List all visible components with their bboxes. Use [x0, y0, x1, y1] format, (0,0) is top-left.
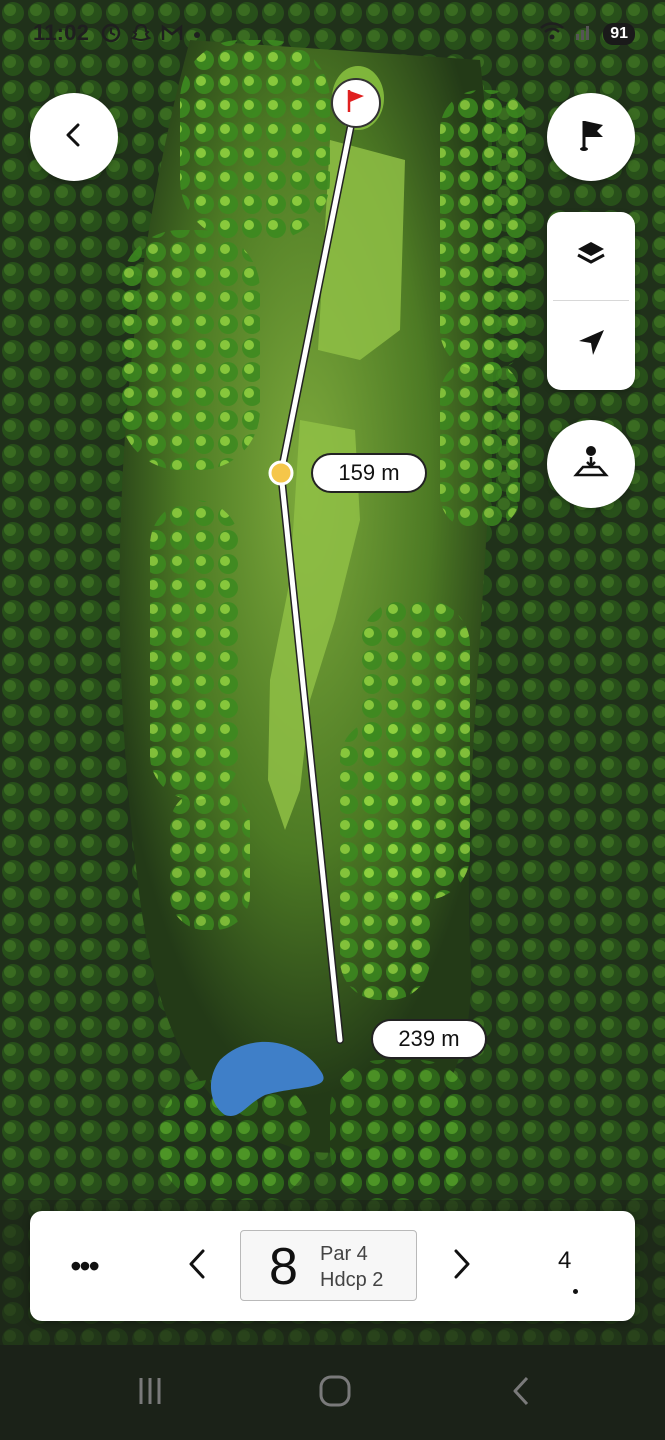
chevron-right-icon — [448, 1247, 474, 1286]
status-time: 11:02 — [33, 20, 90, 45]
pin-position-button[interactable] — [547, 93, 635, 181]
distance-label-mid: 159 m — [311, 453, 427, 493]
status-notification-icons — [100, 22, 202, 49]
hole-info[interactable]: 8 Par 4 Hdcp 2 — [240, 1230, 417, 1301]
recent-apps-icon — [133, 1374, 167, 1413]
back-button[interactable] — [30, 93, 118, 181]
stroke-indicator-dot — [573, 1289, 578, 1294]
hole-par: Par 4 — [320, 1243, 368, 1265]
home-button[interactable] — [315, 1373, 355, 1413]
wifi-icon — [539, 20, 565, 47]
dot-icon — [192, 27, 202, 45]
hole-number: 8 — [269, 1238, 298, 1296]
clock-icon — [100, 22, 122, 49]
status-bar: 11:02 91 — [0, 0, 665, 68]
chevron-left-icon — [59, 120, 89, 155]
hole-handicap: Hdcp 2 — [320, 1269, 384, 1291]
layers-button[interactable] — [547, 212, 635, 300]
home-icon — [317, 1373, 353, 1414]
more-options-button[interactable]: ••• — [58, 1247, 110, 1285]
layers-icon — [574, 237, 608, 276]
previous-hole-button[interactable] — [173, 1241, 223, 1291]
distance-label-tee: 239 m — [371, 1019, 487, 1059]
recent-apps-button[interactable] — [130, 1373, 170, 1413]
signal-icon — [575, 20, 593, 47]
next-hole-button[interactable] — [436, 1241, 486, 1291]
chevron-left-icon — [185, 1247, 211, 1286]
flag-icon — [575, 117, 607, 158]
stroke-count[interactable]: 4 — [558, 1247, 571, 1275]
ball-location-icon — [572, 443, 610, 486]
navigation-arrow-icon — [574, 326, 608, 365]
ball-position-button[interactable] — [547, 420, 635, 508]
pin-marker[interactable] — [331, 78, 381, 128]
status-system-icons: 91 — [539, 20, 635, 47]
map-controls — [547, 212, 635, 390]
gmail-icon — [160, 23, 184, 48]
snapchat-icon — [130, 22, 152, 49]
system-back-button[interactable] — [502, 1373, 542, 1413]
red-flag-icon — [345, 88, 367, 119]
hole-navigation-bar: ••• 8 Par 4 Hdcp 2 4 — [30, 1211, 635, 1321]
system-navigation-bar — [0, 1345, 665, 1440]
back-icon — [507, 1374, 537, 1413]
battery-indicator: 91 — [603, 22, 635, 45]
locate-button[interactable] — [547, 301, 635, 389]
